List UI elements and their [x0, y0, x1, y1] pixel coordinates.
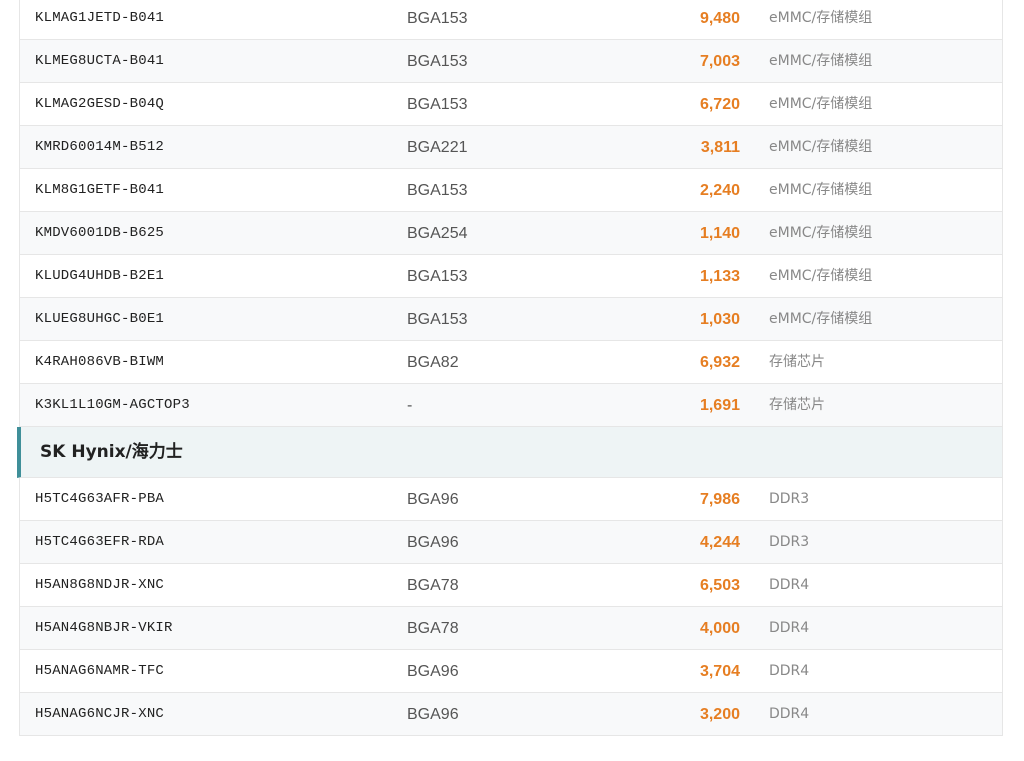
quantity: 4,244 [699, 534, 740, 551]
quantity: 4,000 [699, 620, 740, 637]
part-number: K3KL1L10GM-AGCTOP3 [35, 397, 190, 413]
quantity: 1,140 [699, 225, 740, 242]
product-type: eMMC/存储模组 [769, 10, 873, 26]
package: BGA96 [407, 534, 459, 551]
quantity: 7,986 [699, 491, 740, 508]
product-type: DDR3 [769, 534, 810, 550]
quantity: 1,133 [699, 268, 740, 285]
table-row[interactable]: K4RAH086VB-BIWM BGA82 6,932 存储芯片 [20, 341, 1002, 384]
product-type: eMMC/存储模组 [769, 139, 873, 155]
table-row[interactable]: KMRD60014M-B512 BGA221 3,811 eMMC/存储模组 [20, 126, 1002, 169]
package: BGA254 [407, 225, 468, 242]
product-type: DDR4 [769, 620, 810, 636]
package: BGA153 [407, 268, 468, 285]
table-row[interactable]: H5ANAG6NAMR-TFC BGA96 3,704 DDR4 [20, 650, 1002, 693]
product-type: DDR3 [769, 491, 810, 507]
package: BGA82 [407, 354, 459, 371]
quantity: 3,704 [699, 663, 740, 680]
table-row[interactable]: H5TC4G63AFR-PBA BGA96 7,986 DDR3 [20, 478, 1002, 521]
quantity: 3,811 [700, 139, 740, 156]
part-number: H5TC4G63AFR-PBA [35, 491, 165, 507]
part-number: H5AN8G8NDJR-XNC [35, 577, 165, 593]
part-number: H5TC4G63EFR-RDA [35, 534, 165, 550]
quantity: 6,720 [699, 96, 740, 113]
product-type: 存储芯片 [769, 397, 825, 413]
quantity: 9,480 [699, 10, 740, 27]
part-number: H5ANAG6NAMR-TFC [35, 663, 165, 679]
table-row[interactable]: H5AN4G8NBJR-VKIR BGA78 4,000 DDR4 [20, 607, 1002, 650]
part-number: H5ANAG6NCJR-XNC [35, 706, 165, 722]
package: BGA78 [407, 577, 459, 594]
product-type: DDR4 [769, 577, 810, 593]
table-row[interactable]: H5ANAG6NCJR-XNC BGA96 3,200 DDR4 [20, 693, 1002, 736]
quantity: 1,030 [699, 311, 740, 328]
package: BGA96 [407, 706, 459, 723]
sk-hynix-rows: H5TC4G63AFR-PBA BGA96 7,986 DDR3 H5TC4G63EFR… [20, 478, 1002, 736]
product-type: DDR4 [769, 706, 810, 722]
product-type: eMMC/存储模组 [769, 311, 873, 327]
part-number: KLMEG8UCTA-B041 [35, 53, 165, 69]
quantity: 2,240 [699, 182, 740, 199]
table-row[interactable]: K3KL1L10GM-AGCTOP3 - 1,691 存储芯片 [20, 384, 1002, 427]
table-row[interactable]: KLMEG8UCTA-B041 BGA153 7,003 eMMC/存储模组 [20, 40, 1002, 83]
quantity: 6,932 [699, 354, 740, 371]
package: BGA153 [407, 10, 468, 27]
part-number: KMRD60014M-B512 [35, 139, 165, 155]
table-row[interactable]: KMDV6001DB-B625 BGA254 1,140 eMMC/存储模组 [20, 212, 1002, 255]
table-row[interactable]: KLUDG4UHDB-B2E1 BGA153 1,133 eMMC/存储模组 [20, 255, 1002, 298]
package: BGA96 [407, 663, 459, 680]
table-row[interactable]: KLMAG2GESD-B04Q BGA153 6,720 eMMC/存储模组 [20, 83, 1002, 126]
part-number: KMDV6001DB-B625 [35, 225, 165, 241]
package: BGA153 [407, 96, 468, 113]
part-number: KLMAG1JETD-B041 [35, 10, 165, 26]
part-number: K4RAH086VB-BIWM [35, 354, 165, 370]
quantity: 3,200 [699, 706, 740, 723]
table-row[interactable]: KLMAG1JETD-B041 BGA153 9,480 eMMC/存储模组 [20, 0, 1002, 40]
part-number: KLM8G1GETF-B041 [35, 182, 165, 198]
table-row[interactable]: H5AN8G8NDJR-XNC BGA78 6,503 DDR4 [20, 564, 1002, 607]
product-type: 存储芯片 [769, 354, 825, 370]
package: BGA153 [407, 53, 468, 70]
package: BGA153 [407, 182, 468, 199]
package: - [407, 397, 413, 414]
samsung-rows: KLMAG1JETD-B041 BGA153 9,480 eMMC/存储模组 KLMEG… [20, 0, 1002, 427]
part-number: H5AN4G8NBJR-VKIR [35, 620, 173, 636]
product-type: DDR4 [769, 663, 810, 679]
table-row[interactable]: KLUEG8UHGC-B0E1 BGA153 1,030 eMMC/存储模组 [20, 298, 1002, 341]
package: BGA153 [407, 311, 468, 328]
inventory-table: KLMAG1JETD-B041 BGA153 9,480 eMMC/存储模组 KLMEG… [17, 0, 1003, 736]
part-number: KLUEG8UHGC-B0E1 [35, 311, 165, 327]
quantity: 7,003 [699, 53, 740, 70]
part-number: KLUDG4UHDB-B2E1 [35, 268, 165, 284]
package: BGA221 [407, 139, 468, 156]
package: BGA78 [407, 620, 459, 637]
product-type: eMMC/存储模组 [769, 268, 873, 284]
product-type: eMMC/存储模组 [769, 96, 873, 112]
table-row[interactable]: H5TC4G63EFR-RDA BGA96 4,244 DDR3 [20, 521, 1002, 564]
part-number: KLMAG2GESD-B04Q [35, 96, 165, 112]
product-type: eMMC/存储模组 [769, 182, 873, 198]
package: BGA96 [407, 491, 459, 508]
section-header-sk-hynix: SK Hynix/海力士 [17, 427, 1002, 478]
product-type: eMMC/存储模组 [769, 53, 873, 69]
section-title: SK Hynix/海力士 [40, 442, 183, 462]
quantity: 1,691 [699, 397, 740, 414]
table-row[interactable]: KLM8G1GETF-B041 BGA153 2,240 eMMC/存储模组 [20, 169, 1002, 212]
product-type: eMMC/存储模组 [769, 225, 873, 241]
quantity: 6,503 [699, 577, 740, 594]
